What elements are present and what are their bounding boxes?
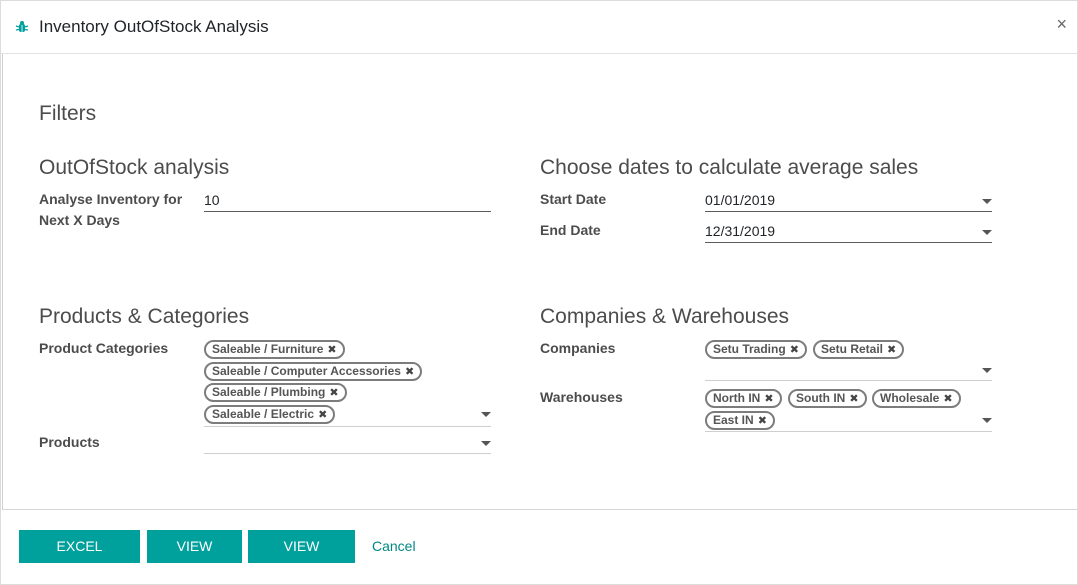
tag-label: Saleable / Furniture — [212, 342, 324, 356]
start-date-value: 01/01/2019 — [705, 192, 776, 208]
excel-report-button[interactable]: EXCEL REPORT — [19, 530, 140, 585]
category-tag: Saleable / Computer Accessories ✖ — [204, 362, 423, 381]
analyse-days-label: Analyse Inventory for Next X Days — [39, 189, 182, 231]
end-date-label: End Date — [540, 222, 601, 238]
warehouses-field-underline[interactable] — [705, 431, 992, 432]
tag-label: Saleable / Plumbing — [212, 385, 326, 399]
dialog-body: Filters OutOfStock analysis Analyse Inve… — [2, 54, 1077, 510]
outofstock-section-title: OutOfStock analysis — [39, 156, 230, 179]
filters-heading: Filters — [39, 102, 97, 125]
companies-label: Companies — [540, 340, 616, 356]
remove-tag-icon[interactable]: ✖ — [405, 366, 414, 378]
analyse-days-input[interactable]: 10 — [204, 190, 491, 212]
remove-tag-icon[interactable]: ✖ — [329, 387, 338, 399]
analyse-days-label-line1: Analyse Inventory for — [39, 191, 183, 207]
products-input[interactable] — [204, 453, 491, 454]
companies-section-title: Companies & Warehouses — [540, 305, 790, 328]
company-tag: Setu Retail ✖ — [813, 340, 905, 359]
remove-tag-icon[interactable]: ✖ — [327, 344, 336, 356]
tag-label: East IN — [713, 413, 754, 427]
remove-tag-icon[interactable]: ✖ — [849, 393, 858, 405]
cancel-button[interactable]: Cancel — [372, 530, 416, 563]
dates-section-title: Choose dates to calculate average sales — [540, 156, 919, 179]
remove-tag-icon[interactable]: ✖ — [318, 409, 327, 421]
remove-tag-icon[interactable]: ✖ — [887, 344, 896, 356]
analyse-days-label-line2: Next X Days — [39, 212, 120, 228]
category-tag: Saleable / Plumbing ✖ — [204, 383, 347, 402]
tag-label: Setu Trading — [713, 342, 786, 356]
tag-label: Saleable / Electric — [212, 407, 315, 421]
start-date-label: Start Date — [540, 191, 607, 207]
tag-label: South IN — [796, 391, 846, 405]
remove-tag-icon[interactable]: ✖ — [790, 344, 799, 356]
categories-field-underline[interactable] — [204, 426, 491, 427]
dialog: Inventory OutOfStock Analysis × Filters … — [0, 0, 1078, 585]
dialog-header: Inventory OutOfStock Analysis × — [1, 1, 1077, 54]
warehouse-tag: East IN ✖ — [705, 411, 775, 430]
caret-down-icon[interactable] — [982, 418, 992, 423]
remove-tag-icon[interactable]: ✖ — [764, 393, 773, 405]
end-date-value: 12/31/2019 — [705, 223, 776, 239]
caret-down-icon[interactable] — [982, 230, 992, 235]
category-tag: Saleable / Furniture ✖ — [204, 340, 345, 359]
end-date-input[interactable]: 12/31/2019 — [705, 221, 992, 243]
product-categories-label: Product Categories — [39, 340, 169, 356]
warehouse-tag: Wholesale ✖ — [872, 389, 961, 408]
category-tag: Saleable / Electric ✖ — [204, 405, 336, 424]
remove-tag-icon[interactable]: ✖ — [943, 393, 952, 405]
caret-down-icon[interactable] — [481, 412, 491, 417]
warehouse-tag: South IN ✖ — [788, 389, 867, 408]
warehouses-label: Warehouses — [540, 389, 623, 405]
analyse-days-value: 10 — [204, 192, 220, 208]
caret-down-icon[interactable] — [982, 199, 992, 204]
tag-label: Setu Retail — [821, 342, 884, 356]
view-graph-button[interactable]: VIEW GRAPH — [248, 530, 355, 585]
remove-tag-icon[interactable]: ✖ — [758, 415, 767, 427]
tag-label: Wholesale — [880, 391, 940, 405]
caret-down-icon[interactable] — [982, 368, 992, 373]
products-label: Products — [39, 434, 100, 450]
warehouse-tag: North IN ✖ — [705, 389, 782, 408]
dialog-footer: EXCEL REPORT VIEW DATA VIEW GRAPH Cancel — [1, 511, 1077, 585]
caret-down-icon[interactable] — [481, 441, 491, 446]
tag-label: North IN — [713, 391, 761, 405]
start-date-input[interactable]: 01/01/2019 — [705, 190, 992, 212]
close-icon[interactable]: × — [1056, 15, 1067, 33]
companies-input[interactable] — [705, 380, 992, 381]
tag-label: Saleable / Computer Accessories — [212, 364, 401, 378]
dialog-title: Inventory OutOfStock Analysis — [39, 17, 269, 36]
products-section-title: Products & Categories — [39, 305, 250, 328]
company-tag: Setu Trading ✖ — [705, 340, 807, 359]
view-data-button[interactable]: VIEW DATA — [147, 530, 242, 585]
bug-icon — [15, 21, 29, 32]
